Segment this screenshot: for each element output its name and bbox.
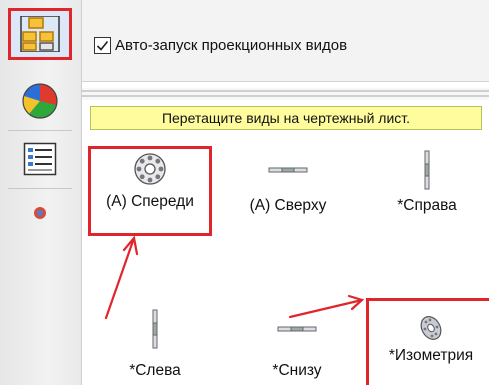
checkmark-icon bbox=[96, 40, 109, 51]
auto-start-projected-views-option[interactable]: Авто-запуск проекционных видов bbox=[94, 37, 347, 54]
view-front[interactable]: (A) Спереди bbox=[88, 146, 212, 236]
task-pane-tab-strip bbox=[0, 0, 82, 385]
view-bottom-label: *Снизу bbox=[272, 362, 322, 379]
appearance-icon bbox=[22, 83, 58, 119]
tab-view-palette[interactable] bbox=[8, 8, 72, 60]
view-top[interactable]: (A) Сверху bbox=[228, 149, 348, 215]
view-top-label: (A) Сверху bbox=[249, 197, 327, 214]
options-panel: Авто-запуск проекционных видов bbox=[82, 0, 489, 82]
view-isometric-label: *Изометрия bbox=[388, 347, 474, 364]
view-right[interactable]: *Справа bbox=[372, 149, 482, 215]
view-left[interactable]: *Слева bbox=[100, 308, 210, 380]
tab-appearances[interactable] bbox=[8, 78, 72, 131]
auto-start-checkbox[interactable] bbox=[94, 37, 111, 54]
drag-views-hint: Перетащите виды на чертежный лист. bbox=[90, 106, 482, 130]
view-palette-icon bbox=[20, 16, 60, 52]
isometric-view-thumbnail-icon bbox=[420, 316, 442, 340]
front-view-thumbnail-icon bbox=[134, 153, 166, 185]
tab-custom-properties[interactable] bbox=[8, 190, 72, 236]
view-bottom[interactable]: *Снизу bbox=[242, 308, 352, 380]
view-right-label: *Справа bbox=[397, 197, 457, 214]
left-view-thumbnail-icon bbox=[152, 309, 158, 349]
auto-start-label: Авто-запуск проекционных видов bbox=[115, 37, 348, 54]
property-list-icon bbox=[23, 142, 57, 176]
panel-splitter[interactable] bbox=[82, 88, 489, 100]
view-palette-list: (A) Спереди (A) Сверху *Справа *Слева *С… bbox=[82, 130, 489, 385]
right-view-thumbnail-icon bbox=[424, 150, 430, 190]
view-isometric[interactable]: *Изометрия bbox=[366, 298, 489, 385]
view-front-label: (A) Спереди bbox=[106, 193, 194, 210]
view-left-label: *Слева bbox=[129, 362, 181, 379]
bottom-view-thumbnail-icon bbox=[277, 326, 317, 332]
tab-property-list[interactable] bbox=[8, 136, 72, 189]
custom-properties-icon bbox=[34, 207, 46, 219]
top-view-thumbnail-icon bbox=[268, 167, 308, 173]
